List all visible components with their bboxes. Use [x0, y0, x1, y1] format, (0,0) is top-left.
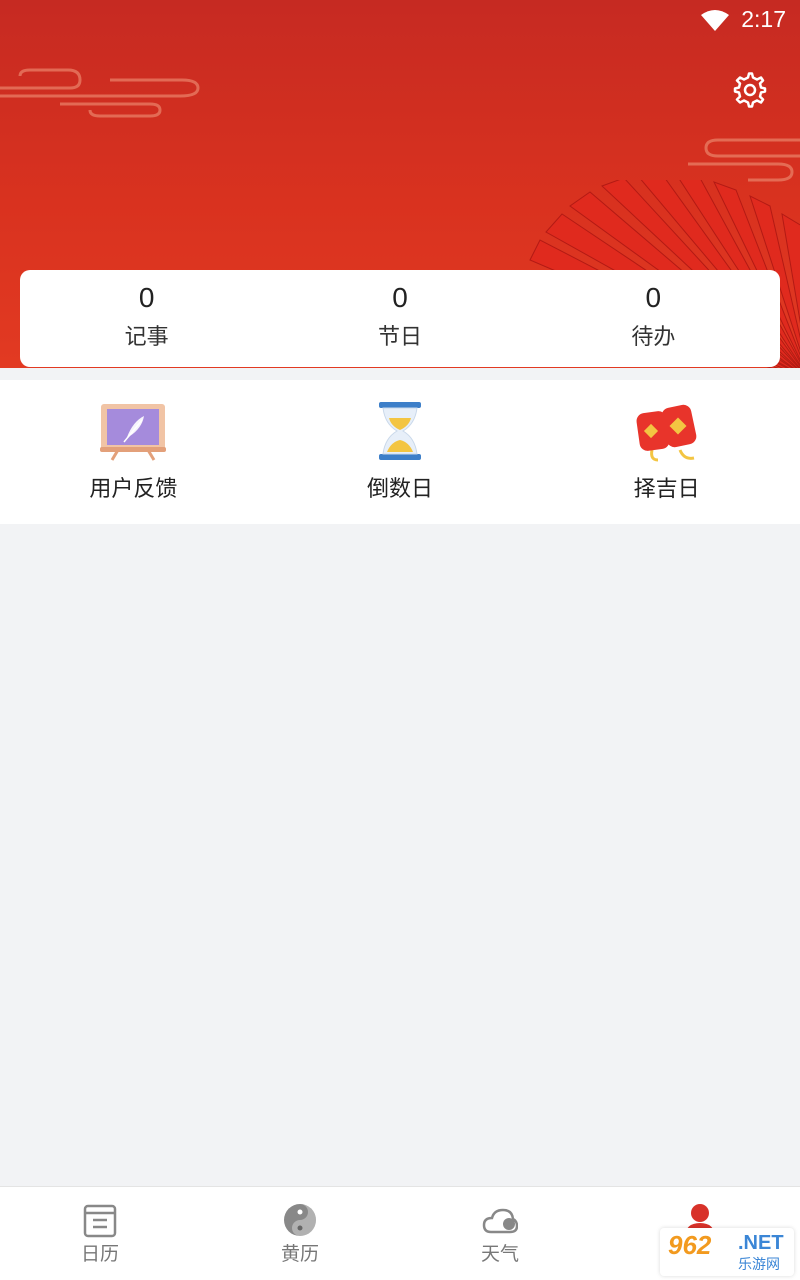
menu-auspicious-day[interactable]: 择吉日	[533, 380, 800, 524]
stat-count: 0	[645, 282, 662, 313]
tab-label: 日历	[80, 1243, 119, 1265]
hourglass-icon	[379, 402, 421, 460]
stat-holidays[interactable]: 0 节日	[273, 270, 526, 367]
calendar-icon	[83, 1204, 117, 1238]
red-lantern-icon	[636, 404, 697, 462]
cloud-icon	[482, 1208, 518, 1234]
menu-countdown[interactable]: 倒数日	[267, 380, 534, 524]
stat-label: 待办	[631, 325, 676, 350]
cloud-decoration-icon	[0, 68, 200, 118]
tab-label: 黄历	[280, 1243, 319, 1265]
feature-menu: 用户反馈 倒数日 择吉日	[0, 380, 800, 524]
stat-todos[interactable]: 0 待办	[527, 270, 780, 367]
watermark-net: .NET	[738, 1232, 784, 1254]
status-time: 2:17	[741, 6, 786, 32]
stats-card: 0 记事 0 节日 0 待办	[20, 270, 780, 367]
menu-feedback[interactable]: 用户反馈	[0, 380, 267, 524]
status-bar: 2:17	[0, 0, 800, 40]
menu-label: 用户反馈	[89, 477, 178, 502]
gear-icon[interactable]	[730, 70, 770, 110]
stat-label: 节日	[377, 325, 422, 350]
stat-notes[interactable]: 0 记事	[20, 270, 273, 367]
watermark-main: 962	[668, 1230, 712, 1260]
easel-feather-icon	[100, 404, 167, 461]
watermark-sub: 乐游网	[738, 1256, 780, 1272]
tab-label: 天气	[480, 1243, 519, 1265]
tab-calendar[interactable]: 日历	[0, 1187, 200, 1280]
stat-count: 0	[392, 282, 408, 313]
menu-label: 倒数日	[367, 477, 434, 502]
tab-almanac[interactable]: 黄历	[200, 1187, 400, 1280]
stat-count: 0	[138, 282, 155, 313]
yin-yang-icon	[284, 1204, 316, 1236]
stat-label: 记事	[124, 325, 169, 350]
tab-weather[interactable]: 天气	[400, 1187, 600, 1280]
menu-label: 择吉日	[633, 477, 700, 502]
wifi-icon	[701, 10, 729, 31]
site-watermark: 962 .NET 乐游网	[660, 1228, 794, 1276]
